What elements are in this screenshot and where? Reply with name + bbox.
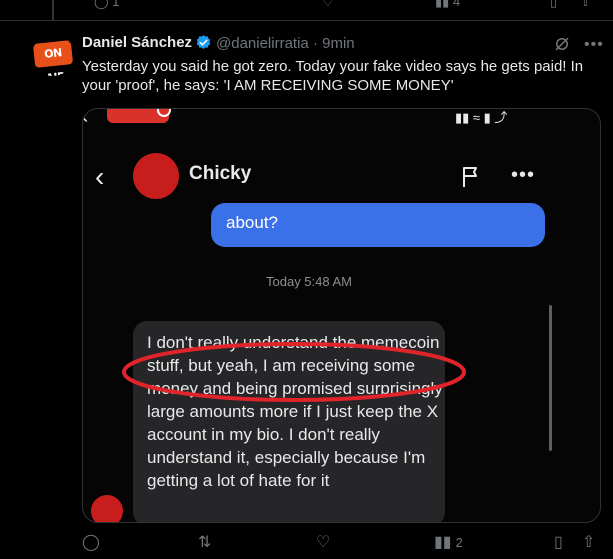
avatar[interactable]: ON AIR <box>32 34 74 76</box>
contact-name: Chicky <box>189 163 252 184</box>
previous-tweet-actions: ◯ 1 ♡ ▮▮ 4 ▯ ⇧ <box>80 0 591 14</box>
author-handle[interactable]: @danielirratia · 9min <box>216 35 355 52</box>
like-icon[interactable]: ♡ <box>316 532 334 552</box>
handle-text: @danielirratia <box>216 35 309 52</box>
author-name[interactable]: Daniel Sánchez <box>82 34 192 51</box>
contact-avatar <box>133 153 179 199</box>
chat-scrollbar <box>549 305 552 451</box>
reply-icon[interactable]: ◯ 1 <box>94 0 119 10</box>
tweet-media[interactable]: ‹ ▮▮ ≈ ▮ ⤴ ‹ Chicky ••• about? Today 5:4… <box>82 108 601 523</box>
views-icon[interactable]: ▮▮ 2 <box>434 532 463 552</box>
bookmark-icon[interactable]: ▯ <box>550 0 557 10</box>
like-icon[interactable]: ♡ <box>322 0 334 10</box>
reply-icon[interactable]: ◯ <box>82 532 104 552</box>
tweet-actions: ◯ ⇅ ♡ ▮▮ 2 ▯ ⇧ <box>80 532 600 552</box>
reply-count: 1 <box>112 0 120 9</box>
views-count: 4 <box>452 0 461 9</box>
flag-icon <box>463 167 477 187</box>
tweet-time[interactable]: 9min <box>322 35 355 52</box>
on-air-logo: ON AIR <box>32 40 74 76</box>
verified-badge-icon <box>196 35 211 49</box>
message-timestamp: Today 5:48 AM <box>266 274 352 289</box>
share-icon[interactable]: ⇧ <box>580 0 591 10</box>
views-icon[interactable]: ▮▮ 4 <box>435 0 460 10</box>
red-highlight-circle <box>122 342 466 402</box>
share-icon[interactable]: ⇧ <box>582 532 599 552</box>
sent-message-text: about? <box>226 213 278 232</box>
message-avatar <box>91 495 123 522</box>
back-arrow-icon: ‹ <box>83 109 88 129</box>
phone-status-icons: ▮▮ ≈ ▮ ⤴ <box>455 110 508 125</box>
bookmark-icon[interactable]: ▯ <box>554 532 567 552</box>
grok-icon[interactable] <box>553 35 571 53</box>
retweet-icon[interactable]: ⇅ <box>198 532 215 552</box>
chat-back-icon: ‹ <box>95 161 105 192</box>
record-icon <box>157 109 171 117</box>
divider <box>0 20 613 21</box>
record-button <box>107 109 171 123</box>
chat-more-icon: ••• <box>511 164 536 186</box>
more-options-icon[interactable]: ••• <box>584 36 604 54</box>
thread-line <box>52 0 54 20</box>
views-count: 2 <box>455 535 463 550</box>
tweet-text: Yesterday you said he got zero. Today yo… <box>82 58 584 94</box>
separator: · <box>312 35 318 52</box>
